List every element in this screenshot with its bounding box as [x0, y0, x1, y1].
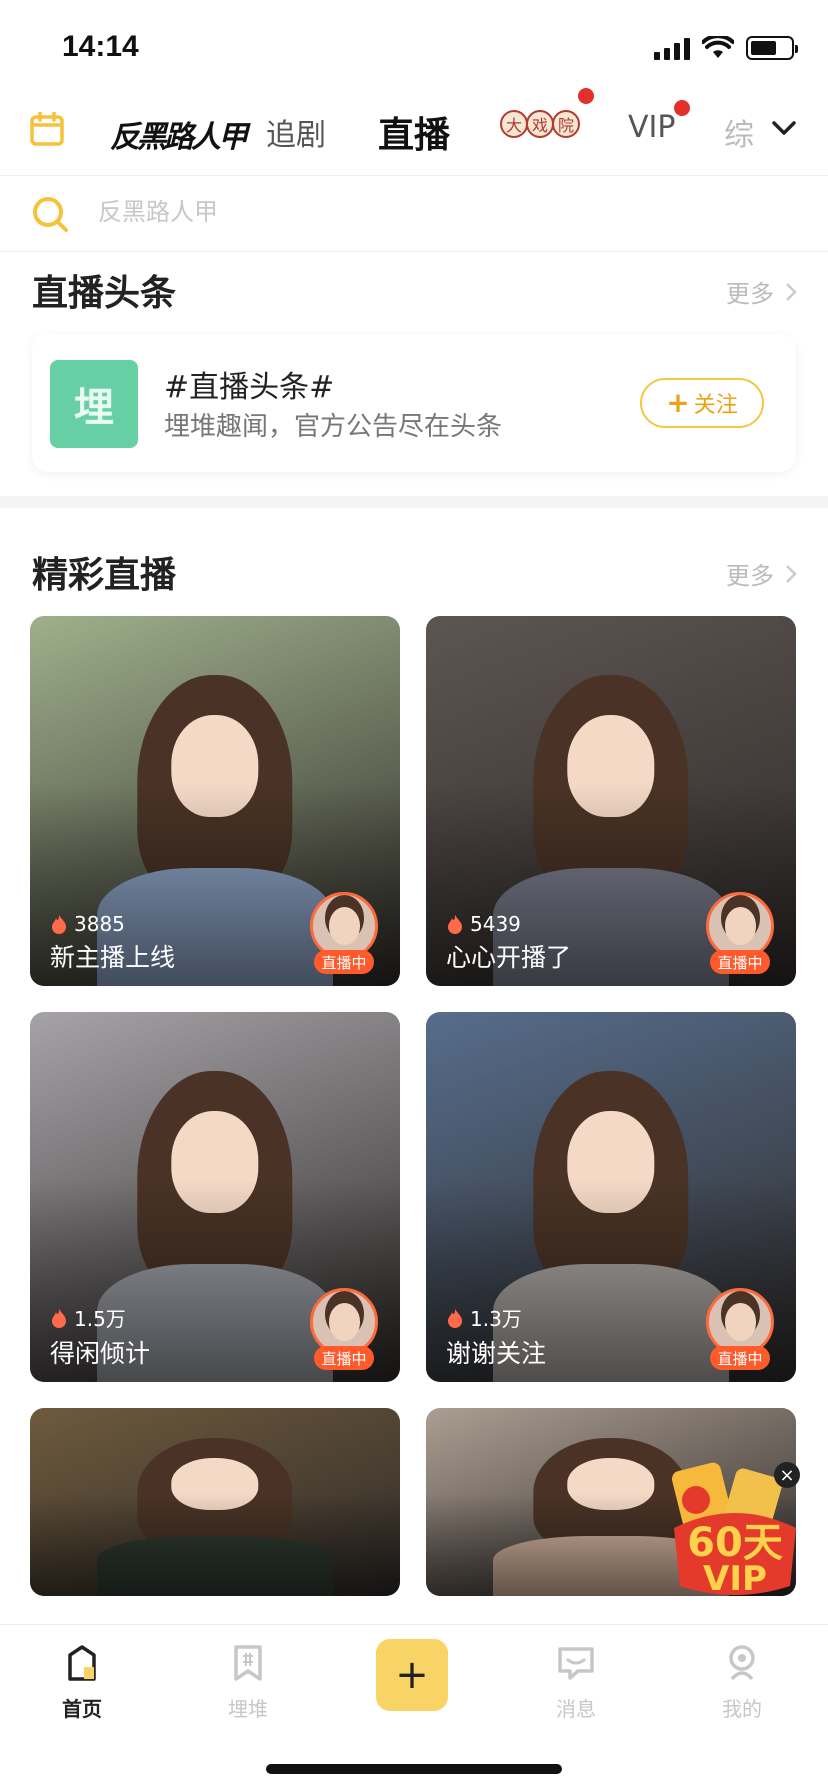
home-icon [68, 1645, 96, 1681]
view-count-text: 5439 [470, 912, 521, 936]
plus-icon: + [666, 386, 690, 419]
tabbar-profile[interactable]: 我的 [692, 1643, 792, 1722]
theater-char: 大 [500, 110, 528, 138]
status-bar: 14:14 [0, 0, 828, 96]
more-label: 更多 [726, 280, 774, 308]
notification-dot [578, 88, 594, 104]
follow-label: 关注 [693, 393, 738, 418]
status-icons [654, 36, 798, 60]
more-link-headline[interactable]: 更多 [726, 274, 798, 309]
notification-dot [674, 100, 690, 116]
battery-icon [746, 36, 798, 60]
view-count-text: 1.5万 [74, 1307, 126, 1331]
brand-tab[interactable]: 反黑路人甲 [110, 112, 248, 156]
tabbar-label: 消息 [556, 1697, 596, 1721]
more-link-live[interactable]: 更多 [726, 556, 798, 591]
theater-char: 院 [552, 110, 580, 138]
chevron-down-icon[interactable] [770, 114, 798, 142]
live-card-title: 得闲倾计 [50, 1339, 151, 1368]
close-icon[interactable]: × [774, 1462, 800, 1488]
section-divider [0, 496, 828, 508]
live-badge: 直播中 [710, 950, 770, 974]
live-badge: 直播中 [314, 950, 374, 974]
theater-char: 戏 [526, 110, 554, 138]
live-card-title: 谢谢关注 [446, 1339, 547, 1368]
tab-theater[interactable]: 大 戏 院 [500, 110, 580, 138]
live-card[interactable]: 5439 心心开播了 直播中 [426, 616, 796, 986]
profile-icon [729, 1645, 755, 1681]
more-label: 更多 [726, 562, 774, 590]
chevron-right-icon [786, 564, 797, 583]
home-indicator [266, 1764, 562, 1774]
tabbar-maidui[interactable]: 埋堆 [198, 1643, 298, 1722]
search-input[interactable] [98, 190, 698, 234]
fire-icon [448, 1308, 462, 1328]
section-title-headline: 直播头条 [32, 273, 177, 314]
fire-icon [52, 1308, 66, 1328]
create-button[interactable]: + [376, 1639, 448, 1711]
wifi-icon [702, 36, 734, 58]
headline-subtitle: 埋堆趣闻，官方公告尽在头条 [164, 412, 503, 442]
calendar-icon[interactable] [30, 112, 64, 146]
headline-title: #直播头条# [164, 370, 335, 405]
signal-icon [654, 36, 690, 60]
headline-card[interactable]: 埋 #直播头条# 埋堆趣闻，官方公告尽在头条 + 关注 [32, 334, 796, 472]
search-bar [0, 176, 828, 252]
tabbar-label: 埋堆 [228, 1697, 268, 1721]
message-icon [558, 1647, 594, 1680]
tab-variety[interactable]: 综 [724, 110, 754, 154]
live-card[interactable] [30, 1408, 400, 1596]
view-count: 5439 [446, 912, 521, 936]
live-card-title: 心心开播了 [446, 943, 572, 972]
live-card[interactable]: 1.3万谢谢关注 直播中 [426, 1012, 796, 1382]
view-count-text: 3885 [74, 912, 125, 936]
view-count-text: 1.3万 [470, 1307, 522, 1331]
search-icon [33, 197, 68, 232]
view-count: 1.3万 [446, 1303, 522, 1332]
tabbar-label: 我的 [722, 1697, 762, 1721]
follow-button[interactable]: + 关注 [640, 378, 764, 428]
svg-text:VIP: VIP [703, 1559, 767, 1598]
fire-icon [448, 915, 462, 934]
card-shade [30, 1492, 400, 1596]
view-count: 3885 [50, 912, 125, 936]
tabbar-home[interactable]: 首页 [32, 1643, 132, 1722]
top-nav: 反黑路人甲 追剧 直播 大 戏 院 VIP 综 [0, 88, 828, 176]
chevron-right-icon [786, 282, 797, 301]
headline-logo: 埋 [50, 360, 138, 448]
status-time: 14:14 [62, 30, 139, 63]
view-count: 1.5万 [50, 1303, 126, 1332]
live-badge: 直播中 [710, 1346, 770, 1370]
tab-drama[interactable]: 追剧 [266, 110, 326, 154]
live-badge: 直播中 [314, 1346, 374, 1370]
live-card[interactable]: 1.5万得闲倾计 直播中 [30, 1012, 400, 1382]
tabbar-messages[interactable]: 消息 [526, 1643, 626, 1722]
tab-vip[interactable]: VIP [628, 110, 675, 145]
section-title-live: 精彩直播 [32, 555, 177, 596]
tab-live[interactable]: 直播 [378, 106, 450, 158]
live-card-title: 新主播上线 [50, 943, 176, 972]
tabbar-label: 首页 [62, 1697, 102, 1721]
live-card[interactable]: 3885 新主播上线 直播中 [30, 616, 400, 986]
bookmark-icon [234, 1645, 262, 1681]
fire-icon [52, 915, 66, 934]
